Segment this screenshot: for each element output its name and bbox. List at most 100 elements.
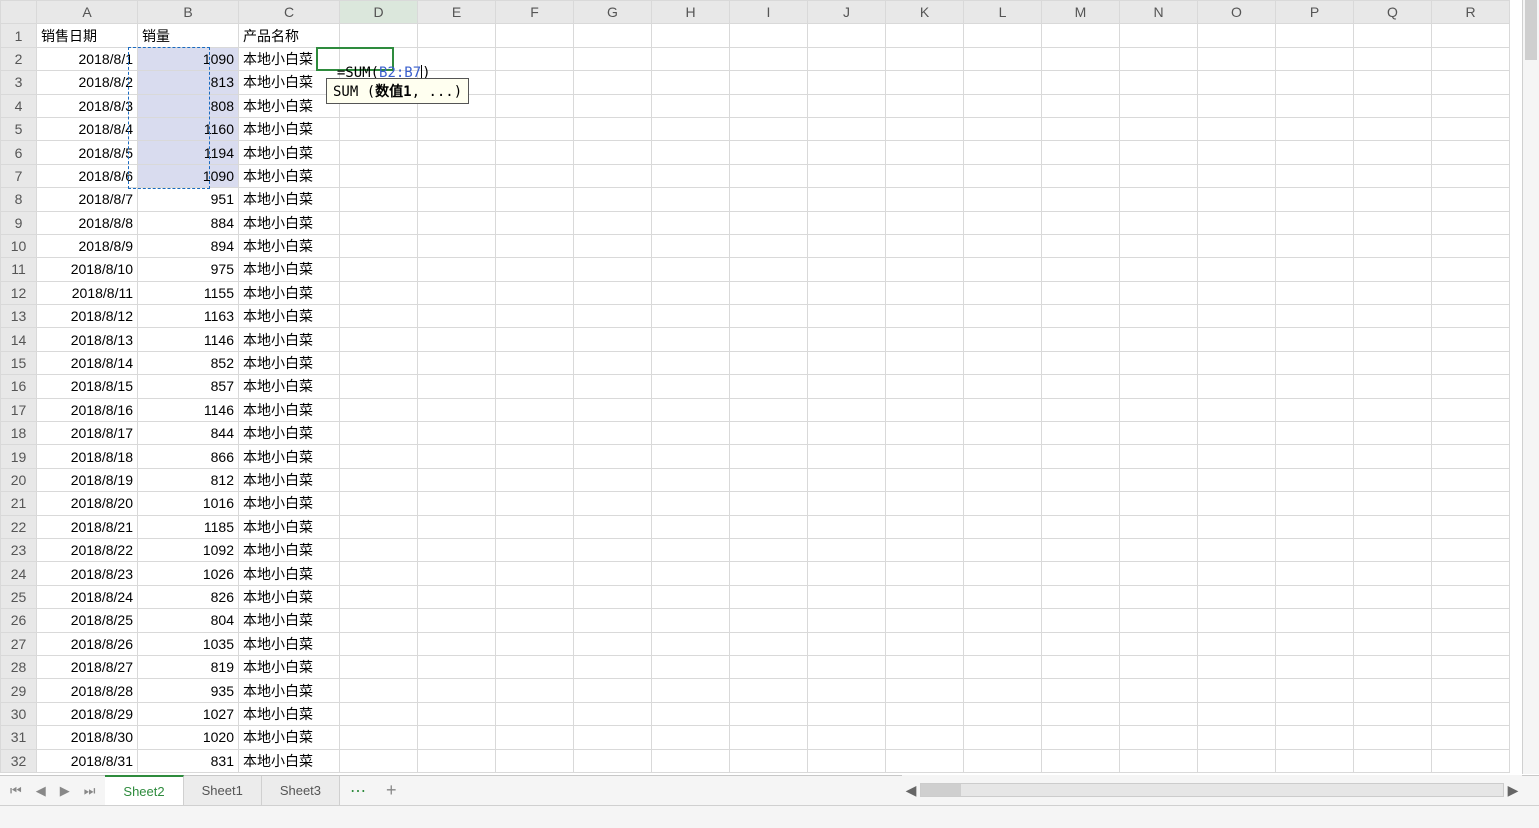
cell-E11[interactable] bbox=[418, 258, 496, 281]
cell-D30[interactable] bbox=[340, 702, 418, 725]
cell-E1[interactable] bbox=[418, 24, 496, 47]
horizontal-scrollbar[interactable]: ◀ ▶ bbox=[902, 775, 1522, 805]
cell-D31[interactable] bbox=[340, 726, 418, 749]
column-header-Q[interactable]: Q bbox=[1354, 1, 1432, 24]
cell-G31[interactable] bbox=[574, 726, 652, 749]
cell-A13[interactable]: 2018/8/12 bbox=[37, 305, 138, 328]
cell-E7[interactable] bbox=[418, 164, 496, 187]
sheet-tab-sheet2[interactable]: Sheet2 bbox=[105, 775, 183, 805]
cell-R19[interactable] bbox=[1432, 445, 1510, 468]
cell-N30[interactable] bbox=[1120, 702, 1198, 725]
hscroll-track[interactable] bbox=[920, 783, 1504, 797]
cell-K9[interactable] bbox=[886, 211, 964, 234]
cell-N13[interactable] bbox=[1120, 305, 1198, 328]
cell-L31[interactable] bbox=[964, 726, 1042, 749]
cell-A19[interactable]: 2018/8/18 bbox=[37, 445, 138, 468]
cell-H7[interactable] bbox=[652, 164, 730, 187]
cell-E14[interactable] bbox=[418, 328, 496, 351]
cell-P32[interactable] bbox=[1276, 749, 1354, 772]
cell-P18[interactable] bbox=[1276, 422, 1354, 445]
cell-J23[interactable] bbox=[808, 538, 886, 561]
cell-C23[interactable]: 本地小白菜 bbox=[239, 538, 340, 561]
cell-D5[interactable] bbox=[340, 117, 418, 140]
cell-L11[interactable] bbox=[964, 258, 1042, 281]
cell-D27[interactable] bbox=[340, 632, 418, 655]
cell-N28[interactable] bbox=[1120, 655, 1198, 678]
cell-A22[interactable]: 2018/8/21 bbox=[37, 515, 138, 538]
cell-A26[interactable]: 2018/8/25 bbox=[37, 609, 138, 632]
cell-P7[interactable] bbox=[1276, 164, 1354, 187]
cell-N23[interactable] bbox=[1120, 538, 1198, 561]
cell-I15[interactable] bbox=[730, 351, 808, 374]
cell-A24[interactable]: 2018/8/23 bbox=[37, 562, 138, 585]
cell-O23[interactable] bbox=[1198, 538, 1276, 561]
cell-D2[interactable] bbox=[340, 47, 418, 70]
cell-L12[interactable] bbox=[964, 281, 1042, 304]
cell-Q1[interactable] bbox=[1354, 24, 1432, 47]
cell-M16[interactable] bbox=[1042, 375, 1120, 398]
cell-D26[interactable] bbox=[340, 609, 418, 632]
cell-L6[interactable] bbox=[964, 141, 1042, 164]
column-header-H[interactable]: H bbox=[652, 1, 730, 24]
cell-P10[interactable] bbox=[1276, 234, 1354, 257]
cell-D25[interactable] bbox=[340, 585, 418, 608]
cell-N11[interactable] bbox=[1120, 258, 1198, 281]
cell-P11[interactable] bbox=[1276, 258, 1354, 281]
cell-L32[interactable] bbox=[964, 749, 1042, 772]
cell-H16[interactable] bbox=[652, 375, 730, 398]
cell-J10[interactable] bbox=[808, 234, 886, 257]
cell-I10[interactable] bbox=[730, 234, 808, 257]
cell-L26[interactable] bbox=[964, 609, 1042, 632]
cell-M31[interactable] bbox=[1042, 726, 1120, 749]
cell-I13[interactable] bbox=[730, 305, 808, 328]
cell-E26[interactable] bbox=[418, 609, 496, 632]
cell-K22[interactable] bbox=[886, 515, 964, 538]
cell-L27[interactable] bbox=[964, 632, 1042, 655]
cell-P16[interactable] bbox=[1276, 375, 1354, 398]
cell-A7[interactable]: 2018/8/6 bbox=[37, 164, 138, 187]
cell-P1[interactable] bbox=[1276, 24, 1354, 47]
cell-O26[interactable] bbox=[1198, 609, 1276, 632]
cell-O16[interactable] bbox=[1198, 375, 1276, 398]
cell-C15[interactable]: 本地小白菜 bbox=[239, 351, 340, 374]
cell-M1[interactable] bbox=[1042, 24, 1120, 47]
cell-F32[interactable] bbox=[496, 749, 574, 772]
vertical-scrollbar-thumb[interactable] bbox=[1525, 0, 1537, 60]
cell-Q12[interactable] bbox=[1354, 281, 1432, 304]
cell-J16[interactable] bbox=[808, 375, 886, 398]
row-header-22[interactable]: 22 bbox=[1, 515, 37, 538]
column-header-I[interactable]: I bbox=[730, 1, 808, 24]
cell-K20[interactable] bbox=[886, 468, 964, 491]
row-header-3[interactable]: 3 bbox=[1, 71, 37, 94]
cell-I31[interactable] bbox=[730, 726, 808, 749]
cell-B26[interactable]: 804 bbox=[138, 609, 239, 632]
cell-R1[interactable] bbox=[1432, 24, 1510, 47]
cell-F24[interactable] bbox=[496, 562, 574, 585]
cell-R23[interactable] bbox=[1432, 538, 1510, 561]
cell-M17[interactable] bbox=[1042, 398, 1120, 421]
cell-K29[interactable] bbox=[886, 679, 964, 702]
cell-K24[interactable] bbox=[886, 562, 964, 585]
cell-G3[interactable] bbox=[574, 71, 652, 94]
column-header-G[interactable]: G bbox=[574, 1, 652, 24]
row-header-19[interactable]: 19 bbox=[1, 445, 37, 468]
cell-C7[interactable]: 本地小白菜 bbox=[239, 164, 340, 187]
cell-C32[interactable]: 本地小白菜 bbox=[239, 749, 340, 772]
cell-B27[interactable]: 1035 bbox=[138, 632, 239, 655]
cell-G8[interactable] bbox=[574, 188, 652, 211]
cell-K26[interactable] bbox=[886, 609, 964, 632]
cell-N10[interactable] bbox=[1120, 234, 1198, 257]
cell-H14[interactable] bbox=[652, 328, 730, 351]
cell-G22[interactable] bbox=[574, 515, 652, 538]
cell-Q24[interactable] bbox=[1354, 562, 1432, 585]
tab-nav-prev-icon[interactable]: ◀ bbox=[36, 783, 46, 799]
sheet-tab-sheet3[interactable]: Sheet3 bbox=[262, 776, 340, 805]
cell-B7[interactable]: 1090 bbox=[138, 164, 239, 187]
row-header-10[interactable]: 10 bbox=[1, 234, 37, 257]
cell-E25[interactable] bbox=[418, 585, 496, 608]
cell-H27[interactable] bbox=[652, 632, 730, 655]
tab-nav-last-icon[interactable]: ⏭ bbox=[84, 783, 96, 799]
cell-L3[interactable] bbox=[964, 71, 1042, 94]
cell-Q31[interactable] bbox=[1354, 726, 1432, 749]
cell-B1[interactable]: 销量 bbox=[138, 24, 239, 47]
